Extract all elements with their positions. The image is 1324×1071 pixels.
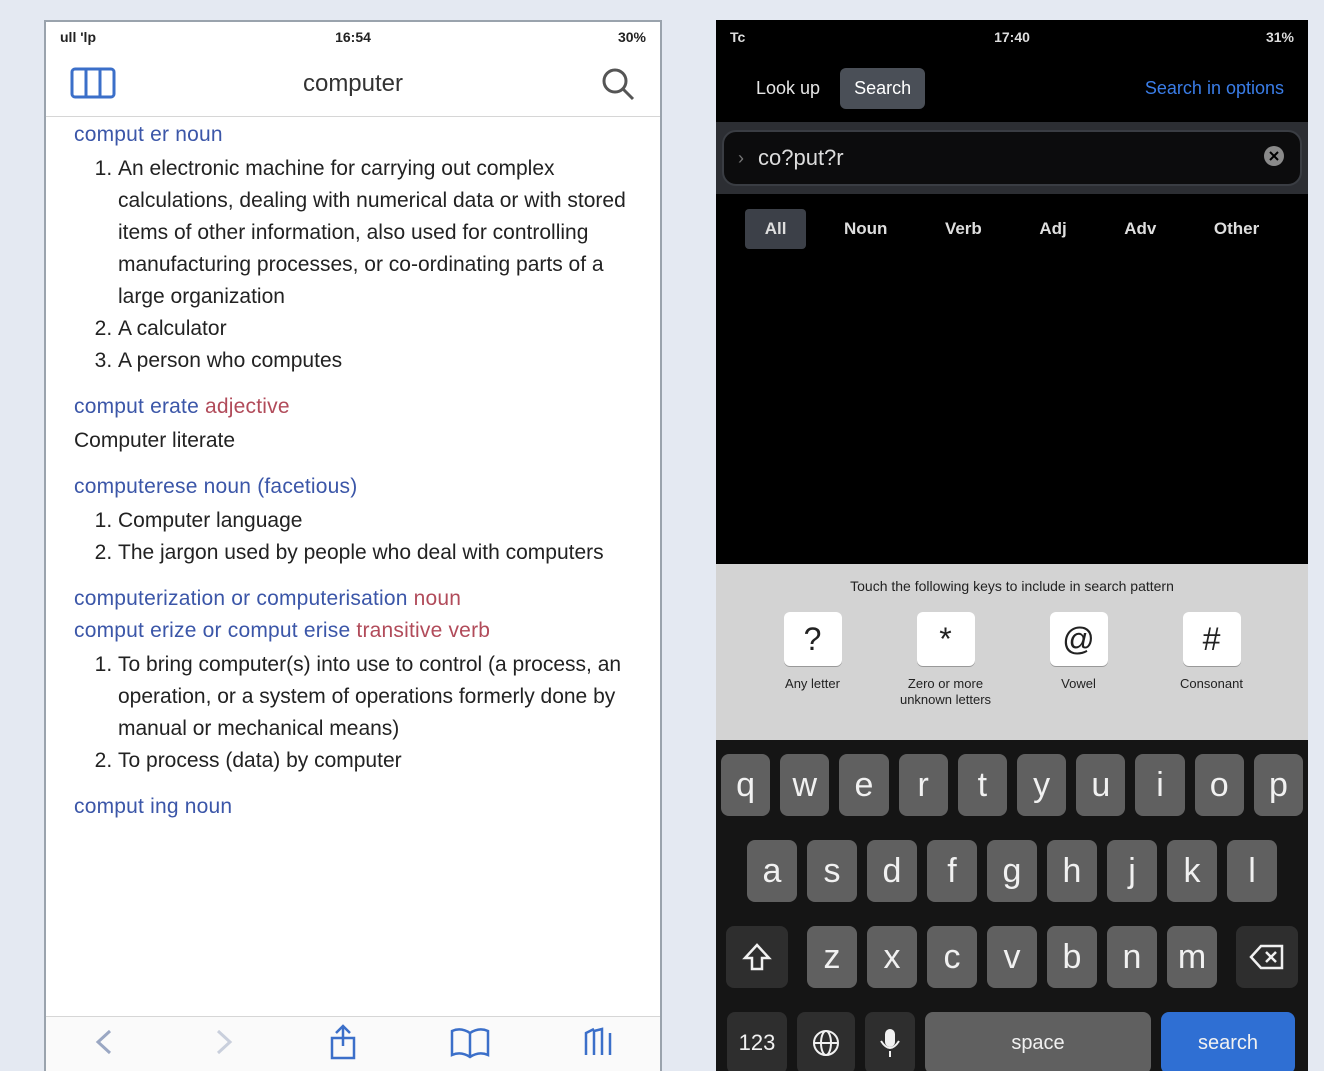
key-k[interactable]: k bbox=[1167, 840, 1217, 902]
key-c[interactable]: c bbox=[927, 926, 977, 988]
backspace-icon[interactable] bbox=[1236, 926, 1298, 988]
filter-adj[interactable]: Adj bbox=[1019, 209, 1086, 249]
search-input[interactable] bbox=[756, 144, 1262, 172]
entry-headword: computerization or computerisation noun bbox=[74, 587, 462, 610]
nav-bar: computer bbox=[46, 52, 660, 117]
search-phone-screen: Tc 17:40 31% Look up Search Search in op… bbox=[716, 20, 1308, 1071]
definition: Computer language bbox=[118, 505, 632, 537]
pattern-hint: Touch the following keys to include in s… bbox=[850, 578, 1174, 594]
status-time: 16:54 bbox=[335, 29, 371, 45]
shift-icon[interactable] bbox=[726, 926, 788, 988]
entry-headword: comput erate adjective bbox=[74, 395, 290, 418]
search-key[interactable]: search bbox=[1161, 1012, 1295, 1071]
pattern-key-any-letter[interactable]: ? Any letter bbox=[753, 612, 873, 708]
columns-icon[interactable] bbox=[70, 66, 116, 105]
key-o[interactable]: o bbox=[1194, 754, 1244, 816]
tab-look-up[interactable]: Look up bbox=[756, 78, 820, 99]
definition: An electronic machine for carrying out c… bbox=[118, 153, 632, 313]
key-e[interactable]: e bbox=[839, 754, 889, 816]
part-of-speech-filter: All Noun Verb Adj Adv Other bbox=[716, 194, 1308, 264]
definition-list: Computer language The jargon used by peo… bbox=[74, 505, 632, 569]
clear-icon[interactable] bbox=[1262, 144, 1286, 173]
page-title: computer bbox=[302, 70, 404, 97]
pattern-keys-panel: Touch the following keys to include in s… bbox=[716, 564, 1308, 740]
key-a[interactable]: a bbox=[747, 840, 797, 902]
key-p[interactable]: p bbox=[1253, 754, 1304, 816]
entry-headword: computerese noun (facetious) bbox=[74, 475, 358, 498]
definition-list: An electronic machine for carrying out c… bbox=[74, 153, 632, 377]
tabs-icon[interactable] bbox=[580, 1025, 616, 1064]
key-n[interactable]: n bbox=[1107, 926, 1157, 988]
definition: Computer literate bbox=[74, 429, 236, 452]
share-icon[interactable] bbox=[326, 1023, 360, 1065]
status-time: 17:40 bbox=[994, 29, 1030, 45]
entry-headword: comput ing noun bbox=[74, 795, 233, 818]
carrier-signal: ull 'lp bbox=[60, 29, 96, 45]
entry-headword: comput erize or comput erise transitive … bbox=[74, 619, 491, 642]
key-z[interactable]: z bbox=[807, 926, 857, 988]
key-y[interactable]: y bbox=[1017, 754, 1067, 816]
key-d[interactable]: d bbox=[867, 840, 917, 902]
nav-bar: Look up Search Search in options bbox=[716, 54, 1308, 122]
back-icon[interactable] bbox=[90, 1025, 120, 1064]
battery-level: 31% bbox=[1265, 29, 1294, 45]
keyboard: q w e r t y u i o p a s d f g h j k l z bbox=[716, 740, 1308, 1071]
filter-all[interactable]: All bbox=[744, 209, 807, 249]
key-v[interactable]: v bbox=[987, 926, 1037, 988]
carrier-signal: Tc bbox=[730, 29, 746, 45]
search-bar-container: › bbox=[716, 122, 1308, 194]
search-icon[interactable] bbox=[600, 66, 636, 107]
key-i[interactable]: i bbox=[1135, 754, 1185, 816]
status-bar: ull 'lp 16:54 30% bbox=[46, 22, 660, 52]
filter-adv[interactable]: Adv bbox=[1104, 209, 1176, 249]
key-w[interactable]: w bbox=[780, 754, 830, 816]
pattern-key-consonant[interactable]: # Consonant bbox=[1152, 612, 1272, 708]
filter-noun[interactable]: Noun bbox=[824, 209, 907, 249]
key-g[interactable]: g bbox=[987, 840, 1037, 902]
key-m[interactable]: m bbox=[1167, 926, 1217, 988]
globe-icon[interactable] bbox=[797, 1012, 855, 1071]
pattern-key-zero-or-more[interactable]: * Zero or more unknown letters bbox=[886, 612, 1006, 708]
dictionary-entries: comput er noun An electronic machine for… bbox=[46, 117, 660, 819]
book-icon[interactable] bbox=[448, 1025, 492, 1064]
definition: To bring computer(s) into use to control… bbox=[118, 649, 632, 745]
filter-verb[interactable]: Verb bbox=[925, 209, 1002, 249]
key-h[interactable]: h bbox=[1047, 840, 1097, 902]
key-s[interactable]: s bbox=[807, 840, 857, 902]
battery-level: 30% bbox=[617, 29, 646, 45]
key-q[interactable]: q bbox=[720, 754, 771, 816]
space-key[interactable]: space bbox=[925, 1012, 1151, 1071]
search-caret-icon: › bbox=[738, 147, 744, 168]
key-t[interactable]: t bbox=[957, 754, 1007, 816]
key-x[interactable]: x bbox=[867, 926, 917, 988]
definition: A person who computes bbox=[118, 345, 632, 377]
key-j[interactable]: j bbox=[1107, 840, 1157, 902]
key-r[interactable]: r bbox=[898, 754, 948, 816]
definition: A calculator bbox=[118, 313, 632, 345]
search-bar: › bbox=[722, 130, 1302, 186]
microphone-icon[interactable] bbox=[865, 1012, 915, 1071]
browser-toolbar bbox=[46, 1016, 660, 1071]
key-l[interactable]: l bbox=[1227, 840, 1277, 902]
key-b[interactable]: b bbox=[1047, 926, 1097, 988]
pattern-key-vowel[interactable]: @ Vowel bbox=[1019, 612, 1139, 708]
key-u[interactable]: u bbox=[1076, 754, 1126, 816]
status-bar: Tc 17:40 31% bbox=[716, 20, 1308, 54]
numbers-key[interactable]: 123 bbox=[727, 1012, 787, 1071]
key-f[interactable]: f bbox=[927, 840, 977, 902]
dictionary-phone-screen: ull 'lp 16:54 30% computer comput er nou… bbox=[44, 20, 662, 1071]
definition: To process (data) by computer bbox=[118, 745, 632, 777]
search-in-options-link[interactable]: Search in options bbox=[1145, 78, 1284, 99]
forward-icon[interactable] bbox=[208, 1025, 238, 1064]
filter-other[interactable]: Other bbox=[1194, 209, 1279, 249]
definition: The jargon used by people who deal with … bbox=[118, 537, 632, 569]
tab-search[interactable]: Search bbox=[840, 67, 926, 109]
entry-headword: comput er noun bbox=[74, 123, 223, 146]
definition-list: To bring computer(s) into use to control… bbox=[74, 649, 632, 777]
